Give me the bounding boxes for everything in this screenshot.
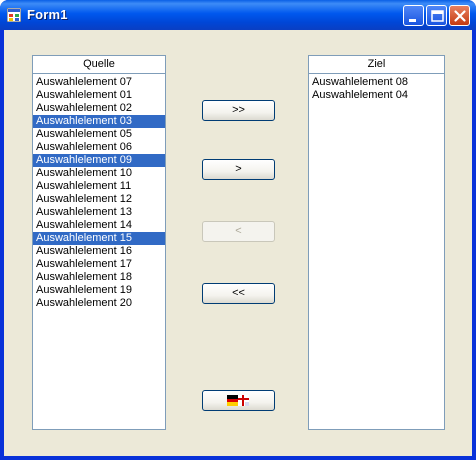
source-listbox[interactable]: Auswahlelement 07 Auswahlelement 01 Auswah… <box>32 73 166 430</box>
list-item[interactable]: Auswahlelement 20 <box>33 297 165 310</box>
close-icon <box>454 10 466 22</box>
move-all-left-button[interactable]: << <box>202 283 275 304</box>
move-right-button[interactable]: > <box>202 159 275 180</box>
list-item[interactable]: Auswahlelement 05 <box>33 128 165 141</box>
list-item[interactable]: Auswahlelement 01 <box>33 89 165 102</box>
maximize-icon <box>431 10 444 22</box>
close-button[interactable] <box>449 5 470 26</box>
window: Form1 Quelle Auswahlelement 07 Auswahlele… <box>0 0 476 460</box>
list-item[interactable]: Auswahlelement 06 <box>33 141 165 154</box>
source-header: Quelle <box>32 55 166 74</box>
list-item[interactable]: Auswahlelement 13 <box>33 206 165 219</box>
list-item[interactable]: Auswahlelement 08 <box>309 76 444 89</box>
list-item[interactable]: Auswahlelement 12 <box>33 193 165 206</box>
move-left-button[interactable]: < <box>202 221 275 242</box>
app-icon <box>7 8 21 22</box>
list-item[interactable]: Auswahlelement 09 <box>33 154 165 167</box>
client-area: Quelle Auswahlelement 07 Auswahlelement 0… <box>4 30 472 456</box>
list-item[interactable]: Auswahlelement 16 <box>33 245 165 258</box>
list-item[interactable]: Auswahlelement 14 <box>33 219 165 232</box>
list-item[interactable]: Auswahlelement 15 <box>33 232 165 245</box>
list-item[interactable]: Auswahlelement 18 <box>33 271 165 284</box>
title-bar[interactable]: Form1 <box>0 0 476 30</box>
list-item[interactable]: Auswahlelement 17 <box>33 258 165 271</box>
list-item[interactable]: Auswahlelement 04 <box>309 89 444 102</box>
list-item[interactable]: Auswahlelement 07 <box>33 76 165 89</box>
list-item[interactable]: Auswahlelement 11 <box>33 180 165 193</box>
target-listbox[interactable]: Auswahlelement 08 Auswahlelement 04 <box>308 73 445 430</box>
window-title: Form1 <box>27 7 68 22</box>
target-header: Ziel <box>308 55 445 74</box>
minimize-button[interactable] <box>403 5 424 26</box>
list-item[interactable]: Auswahlelement 02 <box>33 102 165 115</box>
maximize-button[interactable] <box>426 5 447 26</box>
german-flag-icon <box>227 395 249 406</box>
language-button[interactable] <box>202 390 275 411</box>
minimize-icon <box>409 19 416 22</box>
list-item[interactable]: Auswahlelement 19 <box>33 284 165 297</box>
list-item[interactable]: Auswahlelement 10 <box>33 167 165 180</box>
move-all-right-button[interactable]: >> <box>202 100 275 121</box>
list-item[interactable]: Auswahlelement 03 <box>33 115 165 128</box>
